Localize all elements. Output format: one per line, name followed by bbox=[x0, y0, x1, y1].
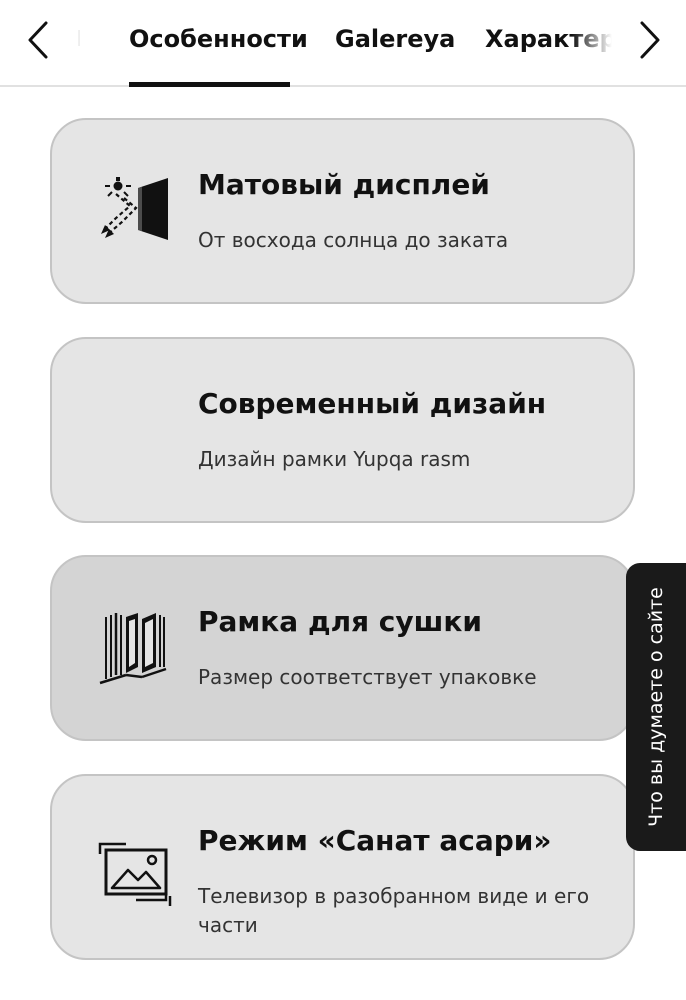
chevron-right-icon bbox=[640, 21, 660, 59]
tab-bar: Особенности Galereya Характеристики bbox=[0, 0, 686, 87]
tab-specifications[interactable]: Характеристики bbox=[485, 0, 612, 87]
tab-features[interactable]: Особенности bbox=[129, 0, 308, 87]
tab-gallery[interactable]: Galereya bbox=[335, 0, 455, 87]
feature-card-frame[interactable]: Рамка для сушки Размер соответствует упа… bbox=[50, 555, 635, 741]
feedback-button[interactable]: Что вы думаете о сайте bbox=[626, 563, 686, 851]
feature-description: Дизайн рамки Yupqa rasm bbox=[198, 447, 471, 471]
feature-description: Размер соответствует упаковке bbox=[198, 665, 537, 689]
previous-tab-remnant bbox=[78, 30, 80, 46]
frame-panels-icon bbox=[96, 611, 174, 687]
feature-description: От восхода солнца до заката bbox=[198, 228, 509, 252]
feature-title: Современный дизайн bbox=[198, 387, 547, 420]
active-tab-indicator bbox=[129, 82, 290, 87]
feature-description: Телевизор в разобранном виде и его части bbox=[198, 884, 590, 937]
feedback-label: Что вы думаете о сайте bbox=[645, 587, 667, 827]
art-mode-icon bbox=[96, 830, 174, 908]
feature-title: Режим «Санат асари» bbox=[198, 824, 552, 857]
matte-display-icon bbox=[96, 174, 174, 250]
feature-card-art-mode[interactable]: Режим «Санат асари» Телевизор в разобран… bbox=[50, 774, 635, 960]
chevron-left-icon bbox=[28, 21, 48, 59]
feature-title: Рамка для сушки bbox=[198, 605, 483, 638]
tab-next-button[interactable] bbox=[628, 16, 672, 64]
feature-card-matte-display[interactable]: Матовый дисплей От восхода солнца до зак… bbox=[50, 118, 635, 304]
page: Особенности Galereya Характеристики bbox=[0, 0, 686, 1000]
tab-strip: Особенности Galereya Характеристики bbox=[72, 0, 612, 87]
feature-title: Матовый дисплей bbox=[198, 168, 490, 201]
feature-card-modern-design[interactable]: Современный дизайн Дизайн рамки Yupqa ra… bbox=[50, 337, 635, 523]
tab-prev-button[interactable] bbox=[16, 16, 60, 64]
